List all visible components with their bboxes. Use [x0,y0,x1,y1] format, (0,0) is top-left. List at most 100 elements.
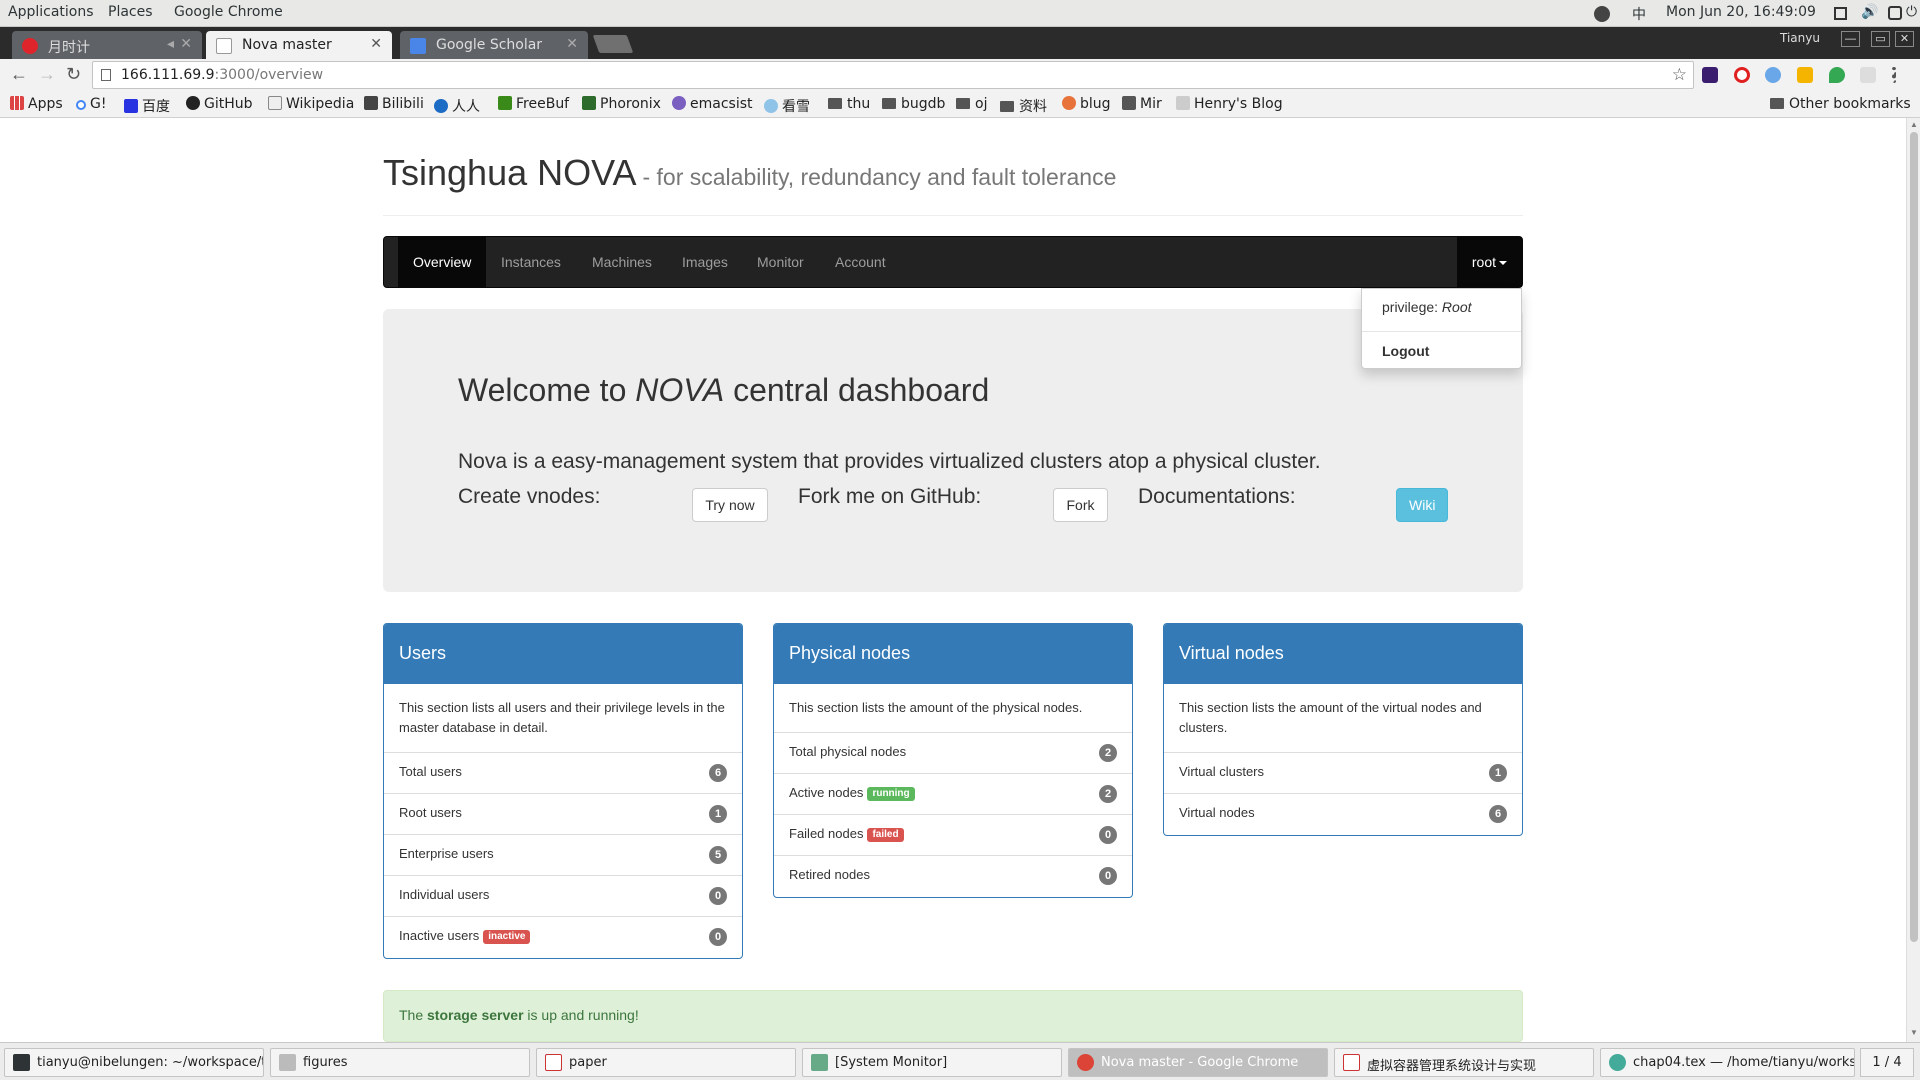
workspace-indicator[interactable]: 1 / 4 [1860,1048,1914,1077]
nav-instances[interactable]: Instances [486,237,576,287]
forward-arrow-icon[interactable]: → [38,64,56,85]
failed-label: failed [867,828,904,842]
task-system-monitor[interactable]: [System Monitor] [802,1048,1062,1077]
extension-icon[interactable] [1860,67,1876,83]
count-badge: 0 [709,928,727,946]
nav-account[interactable]: Account [820,237,901,287]
other-bookmarks[interactable]: Other bookmarks [1770,96,1911,112]
close-window-button[interactable]: ✕ [1895,31,1914,47]
task-chrome[interactable]: Nova master - Google Chrome [1068,1048,1328,1077]
folder-icon [1770,98,1784,109]
task-editor[interactable]: chap04.tex — /home/tianyu/worksp... [1600,1048,1855,1077]
tab-nova-master[interactable]: Nova master ✕ [206,31,392,59]
window-overview-icon[interactable] [1834,7,1847,20]
page-info-icon[interactable] [101,69,111,81]
coffee-icon[interactable] [1594,6,1610,22]
bookmark-folder-oj[interactable]: oj [956,96,987,112]
user-menu-toggle[interactable]: root [1456,237,1522,287]
task-figures[interactable]: figures [270,1048,530,1077]
extension-icon[interactable] [1765,67,1781,83]
logout-menu-item[interactable]: Logout [1382,343,1429,359]
opera-icon[interactable] [1734,67,1750,83]
tab-yueshiji[interactable]: 月时计 ◂ ✕ [12,31,202,59]
back-arrow-icon[interactable]: ← [10,64,28,85]
bookmark-github[interactable]: GitHub [186,96,253,112]
bookmark-emacsist[interactable]: emacsist [672,96,753,112]
screen-icon[interactable] [1888,6,1902,20]
mute-icon[interactable]: ◂ [167,36,174,52]
storage-status-alert: The storage server is up and running! [383,990,1523,1042]
list-item: Virtual clusters 1 [1164,753,1522,794]
bookmark-henrys-blog[interactable]: Henry's Blog [1176,96,1283,112]
bookmark-star-icon[interactable]: ☆ [1672,65,1687,85]
file-manager-icon [279,1054,296,1071]
count-badge: 6 [1489,805,1507,823]
extension-icon[interactable] [1797,67,1813,83]
places-menu[interactable]: Places [108,4,153,20]
power-icon[interactable]: ⏻ [1906,4,1917,20]
app-menu[interactable]: Google Chrome [174,4,283,20]
bookmark-wikipedia[interactable]: Wikipedia [268,96,354,112]
try-now-button[interactable]: Try now [692,488,768,522]
applications-menu[interactable]: Applications [8,4,94,20]
address-bar[interactable]: 166.111.69.9:3000/overview ☆ [92,61,1694,89]
create-vnodes-label: Create vnodes: [458,485,601,508]
bookmark-folder-thu[interactable]: thu [828,96,870,112]
inactive-label: inactive [483,930,531,944]
users-panel: Users This section lists all users and t… [383,623,743,959]
bookmark-bilibili[interactable]: Bilibili [364,96,424,112]
close-icon[interactable]: ✕ [370,36,382,52]
task-terminal[interactable]: tianyu@nibelungen: ~/workspace/t... [4,1048,264,1077]
bookmark-baidu[interactable]: 百度 [124,96,170,116]
clock[interactable]: Mon Jun 20, 16:49:09 [1666,4,1816,20]
task-thesis-pdf[interactable]: 虚拟容器管理系统设计与实现 [1334,1048,1594,1077]
profile-name[interactable]: Tianyu [1780,31,1820,45]
panel-description: This section lists the amount of the vir… [1164,684,1522,753]
list-item: Enterprise users 5 [384,835,742,876]
task-paper[interactable]: paper [536,1048,796,1077]
system-monitor-icon [811,1054,828,1071]
panel-heading: Users [384,624,742,684]
nav-monitor[interactable]: Monitor [742,237,819,287]
scroll-down-arrow-icon[interactable]: ▼ [1910,1028,1918,1037]
bookmark-folder-bugdb[interactable]: bugdb [882,96,945,112]
user-dropdown-menu: privilege: Root Logout [1361,288,1522,369]
wiki-button[interactable]: Wiki [1396,488,1448,522]
scroll-up-arrow-icon[interactable]: ▲ [1910,120,1918,129]
nav-machines[interactable]: Machines [577,237,667,287]
scrollbar-thumb[interactable] [1910,132,1918,942]
bookmark-renren[interactable]: 人人 [434,96,480,116]
bookmark-freebuf[interactable]: FreeBuf [498,96,569,112]
maximize-button[interactable]: ▭ [1871,31,1890,47]
chrome-menu-icon[interactable] [1892,67,1896,83]
list-item: Total users 6 [384,753,742,794]
extension-icon[interactable] [1702,67,1718,83]
bookmark-mir[interactable]: Mir [1122,96,1162,112]
bookmark-apps[interactable]: Apps [10,96,63,112]
close-icon[interactable]: ✕ [566,36,578,52]
weibo-icon [22,38,38,54]
nav-overview[interactable]: Overview [398,237,487,287]
count-badge: 0 [709,887,727,905]
page-scrollbar[interactable]: ▲ ▼ [1906,118,1920,1042]
input-method-indicator[interactable]: 中 [1632,4,1646,24]
bookmark-folder-ziliao[interactable]: 资料 [1000,96,1047,116]
welcome-lead: Nova is a easy-management system that pr… [458,450,1321,473]
tab-google-scholar[interactable]: Google Scholar ✕ [400,31,588,59]
bookmark-kanxue[interactable]: 看雪 [764,96,810,116]
volume-icon[interactable]: 🔊 [1861,4,1878,20]
renren-icon [434,99,448,113]
bookmark-g[interactable]: G! [76,96,106,112]
bookmark-blug[interactable]: blug [1062,96,1111,112]
extension-icon[interactable] [1829,67,1845,83]
tab-title: 月时计 [48,40,90,56]
minimize-button[interactable]: — [1841,31,1860,47]
reload-icon[interactable]: ↻ [66,64,81,85]
bookmark-phoronix[interactable]: Phoronix [582,96,661,112]
nav-images[interactable]: Images [667,237,743,287]
apps-grid-icon [10,96,24,110]
close-icon[interactable]: ✕ [180,36,192,52]
fork-button[interactable]: Fork [1053,488,1108,522]
new-tab-button[interactable] [592,35,634,53]
folder-icon [882,98,896,109]
